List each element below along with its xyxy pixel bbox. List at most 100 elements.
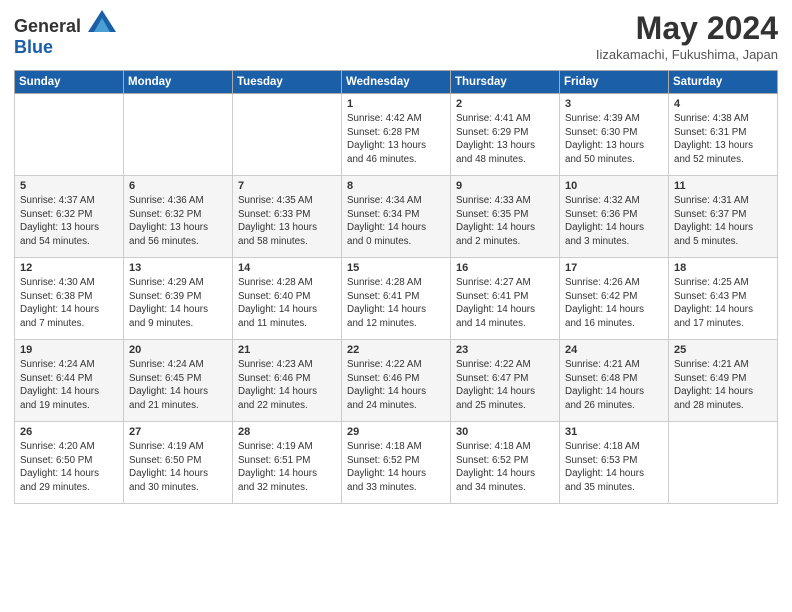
calendar-cell: 7Sunrise: 4:35 AMSunset: 6:33 PMDaylight… — [233, 176, 342, 258]
cell-text: Sunrise: 4:42 AM — [347, 112, 445, 126]
cell-text: and 33 minutes. — [347, 481, 445, 495]
calendar-cell: 30Sunrise: 4:18 AMSunset: 6:52 PMDayligh… — [451, 422, 560, 504]
cell-text: Daylight: 14 hours — [129, 385, 227, 399]
cell-text: and 9 minutes. — [129, 317, 227, 331]
cell-text: Daylight: 14 hours — [456, 385, 554, 399]
cell-text: and 30 minutes. — [129, 481, 227, 495]
cell-text: Sunrise: 4:41 AM — [456, 112, 554, 126]
cell-text: Sunset: 6:37 PM — [674, 208, 772, 222]
calendar-cell: 28Sunrise: 4:19 AMSunset: 6:51 PMDayligh… — [233, 422, 342, 504]
calendar-cell: 22Sunrise: 4:22 AMSunset: 6:46 PMDayligh… — [342, 340, 451, 422]
cell-text: and 35 minutes. — [565, 481, 663, 495]
calendar-cell: 8Sunrise: 4:34 AMSunset: 6:34 PMDaylight… — [342, 176, 451, 258]
day-number: 10 — [565, 180, 663, 192]
cell-text: Sunrise: 4:25 AM — [674, 276, 772, 290]
day-number: 27 — [129, 426, 227, 438]
calendar-cell: 4Sunrise: 4:38 AMSunset: 6:31 PMDaylight… — [669, 94, 778, 176]
day-number: 19 — [20, 344, 118, 356]
calendar-cell: 24Sunrise: 4:21 AMSunset: 6:48 PMDayligh… — [560, 340, 669, 422]
day-number: 26 — [20, 426, 118, 438]
logo-icon — [88, 10, 116, 32]
calendar-cell — [233, 94, 342, 176]
cell-text: and 14 minutes. — [456, 317, 554, 331]
cell-text: Sunrise: 4:18 AM — [347, 440, 445, 454]
day-number: 3 — [565, 98, 663, 110]
cell-text: Sunset: 6:33 PM — [238, 208, 336, 222]
cell-text: Daylight: 14 hours — [238, 303, 336, 317]
week-row-3: 19 Sunrise: 4:24 AM Sunset: 6:44 PM Dayligh… — [15, 340, 778, 422]
cell-text: and 25 minutes. — [456, 399, 554, 413]
calendar-cell: 15Sunrise: 4:28 AMSunset: 6:41 PMDayligh… — [342, 258, 451, 340]
cell-text: Sunrise: 4:22 AM — [456, 358, 554, 372]
cell-text: Sunset: 6:34 PM — [347, 208, 445, 222]
calendar-cell: 29Sunrise: 4:18 AMSunset: 6:52 PMDayligh… — [342, 422, 451, 504]
cell-text: Sunrise: 4:36 AM — [129, 194, 227, 208]
logo-general: General — [14, 16, 81, 36]
calendar-cell: 2Sunrise: 4:41 AMSunset: 6:29 PMDaylight… — [451, 94, 560, 176]
cell-text: Sunrise: 4:35 AM — [238, 194, 336, 208]
cell-text: Sunrise: 4:39 AM — [565, 112, 663, 126]
cell-text: and 46 minutes. — [347, 153, 445, 167]
cell-text: Daylight: 13 hours — [456, 139, 554, 153]
calendar-body: 1Sunrise: 4:42 AMSunset: 6:28 PMDaylight… — [15, 94, 778, 504]
day-number: 31 — [565, 426, 663, 438]
day-number: 6 — [129, 180, 227, 192]
month-title: May 2024 — [596, 10, 778, 47]
cell-text: Sunset: 6:50 PM — [129, 454, 227, 468]
cell-text: Daylight: 14 hours — [347, 385, 445, 399]
day-number: 8 — [347, 180, 445, 192]
day-number: 9 — [456, 180, 554, 192]
day-number: 13 — [129, 262, 227, 274]
cell-text: Daylight: 14 hours — [674, 385, 772, 399]
week-row-4: 26Sunrise: 4:20 AMSunset: 6:50 PMDayligh… — [15, 422, 778, 504]
cell-text: Sunrise: 4:23 AM — [238, 358, 336, 372]
week-row-2: 12Sunrise: 4:30 AMSunset: 6:38 PMDayligh… — [15, 258, 778, 340]
cell-text: Sunrise: 4:22 AM — [347, 358, 445, 372]
cell-text: Daylight: 14 hours — [20, 467, 118, 481]
calendar-cell: 10Sunrise: 4:32 AMSunset: 6:36 PMDayligh… — [560, 176, 669, 258]
cell-text: Daylight: 13 hours — [674, 139, 772, 153]
cell-text: Sunset: 6:40 PM — [238, 290, 336, 304]
calendar-cell: 31Sunrise: 4:18 AMSunset: 6:53 PMDayligh… — [560, 422, 669, 504]
cell-text: Sunrise: 4:31 AM — [674, 194, 772, 208]
cell-text: Daylight: 14 hours — [456, 303, 554, 317]
cell-text: Sunrise: 4:30 AM — [20, 276, 118, 290]
cell-text: Daylight: 13 hours — [238, 221, 336, 235]
day-number: 12 — [20, 262, 118, 274]
cell-text: Sunrise: 4:27 AM — [456, 276, 554, 290]
cell-text: Sunset: 6:46 PM — [238, 372, 336, 386]
calendar-cell: 18Sunrise: 4:25 AMSunset: 6:43 PMDayligh… — [669, 258, 778, 340]
cell-text: Daylight: 14 hours — [674, 221, 772, 235]
day-header-thursday: Thursday — [451, 71, 560, 94]
cell-text: Sunset: 6:44 PM — [20, 372, 118, 386]
cell-text: Sunset: 6:53 PM — [565, 454, 663, 468]
cell-text: Daylight: 14 hours — [565, 303, 663, 317]
day-number: 28 — [238, 426, 336, 438]
cell-text: Sunrise: 4:24 AM — [129, 358, 227, 372]
day-number: 16 — [456, 262, 554, 274]
cell-text: Sunrise: 4:18 AM — [456, 440, 554, 454]
day-number: 30 — [456, 426, 554, 438]
cell-text: and 21 minutes. — [129, 399, 227, 413]
calendar-cell: 17Sunrise: 4:26 AMSunset: 6:42 PMDayligh… — [560, 258, 669, 340]
day-number: 15 — [347, 262, 445, 274]
cell-text: Sunset: 6:31 PM — [674, 126, 772, 140]
cell-text: Sunrise: 4:21 AM — [565, 358, 663, 372]
cell-text: and 11 minutes. — [238, 317, 336, 331]
cell-text: Sunset: 6:50 PM — [20, 454, 118, 468]
cell-text: Daylight: 14 hours — [129, 467, 227, 481]
calendar-cell: 27Sunrise: 4:19 AMSunset: 6:50 PMDayligh… — [124, 422, 233, 504]
calendar-cell — [669, 422, 778, 504]
day-number: 11 — [674, 180, 772, 192]
calendar-cell: 5Sunrise: 4:37 AMSunset: 6:32 PMDaylight… — [15, 176, 124, 258]
day-header-monday: Monday — [124, 71, 233, 94]
calendar-cell: 3Sunrise: 4:39 AMSunset: 6:30 PMDaylight… — [560, 94, 669, 176]
day-number: 4 — [674, 98, 772, 110]
cell-text: Sunset: 6:42 PM — [565, 290, 663, 304]
cell-text: Sunset: 6:46 PM — [347, 372, 445, 386]
cell-text: and 29 minutes. — [20, 481, 118, 495]
calendar-cell: 12Sunrise: 4:30 AMSunset: 6:38 PMDayligh… — [15, 258, 124, 340]
cell-text: and 17 minutes. — [674, 317, 772, 331]
calendar-cell: 6Sunrise: 4:36 AMSunset: 6:32 PMDaylight… — [124, 176, 233, 258]
calendar-cell: 11 Sunrise: 4:31 AMSunset: 6:37 PMDayligh… — [669, 176, 778, 258]
